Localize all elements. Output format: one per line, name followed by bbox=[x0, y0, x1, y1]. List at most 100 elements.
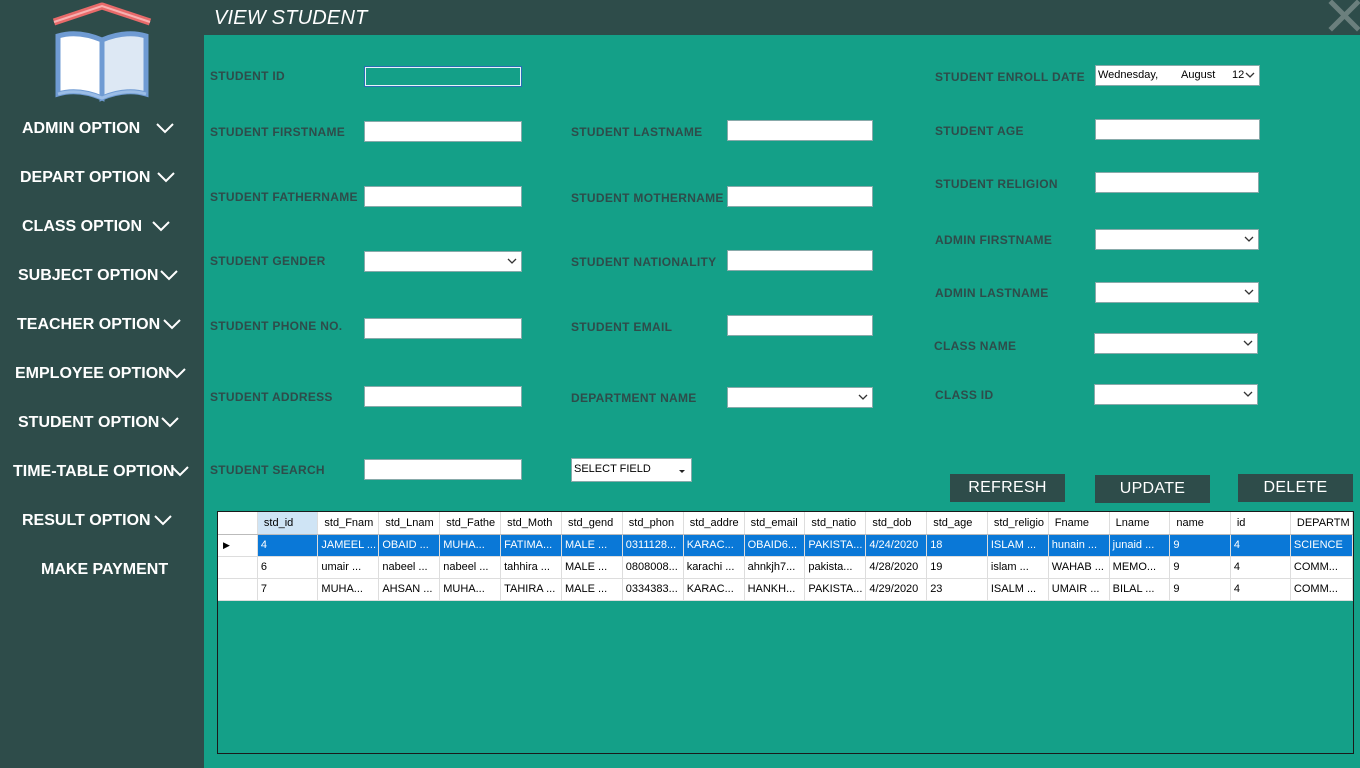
enroll-date-picker[interactable]: Wednesday, August 12 bbox=[1095, 65, 1260, 86]
nav-teacher-option[interactable]: TEACHER OPTION bbox=[0, 310, 204, 340]
column-header[interactable]: std_gend bbox=[561, 512, 623, 535]
nav-result-option[interactable]: RESULT OPTION bbox=[0, 506, 204, 536]
table-cell[interactable]: WAHAB ... bbox=[1048, 556, 1110, 579]
table-cell[interactable]: nabeel ... bbox=[439, 556, 502, 579]
class-name-select[interactable] bbox=[1094, 333, 1258, 354]
student-email-input[interactable] bbox=[727, 315, 873, 336]
table-cell[interactable]: MALE ... bbox=[561, 534, 623, 557]
table-cell[interactable]: BILAL ... bbox=[1109, 578, 1171, 601]
refresh-button[interactable]: REFRESH bbox=[950, 474, 1065, 502]
table-cell[interactable]: 4 bbox=[1230, 534, 1291, 557]
column-header[interactable]: std_Fnam bbox=[317, 512, 380, 535]
table-cell[interactable]: AHSAN ... bbox=[378, 578, 441, 601]
table-cell[interactable]: COMM... bbox=[1290, 556, 1353, 579]
column-header[interactable]: std_dob bbox=[865, 512, 928, 535]
table-cell[interactable]: UMAIR ... bbox=[1048, 578, 1110, 601]
column-header[interactable]: Fname bbox=[1048, 512, 1110, 535]
table-cell[interactable]: 6 bbox=[257, 556, 319, 579]
nav-admin-option[interactable]: ADMIN OPTION bbox=[0, 114, 204, 144]
column-header[interactable]: std_addre bbox=[683, 512, 745, 535]
student-fathername-input[interactable] bbox=[364, 186, 522, 207]
table-cell[interactable]: 0334383... bbox=[622, 578, 684, 601]
table-cell[interactable]: TAHIRA ... bbox=[500, 578, 562, 601]
column-header[interactable]: std_Lnam bbox=[378, 512, 441, 535]
delete-button[interactable]: DELETE bbox=[1238, 474, 1353, 502]
student-gender-select[interactable] bbox=[364, 251, 522, 272]
table-row[interactable]: 6 umair ... nabeel ... nabeel ... tahhira ..… bbox=[218, 556, 1353, 579]
table-cell[interactable]: PAKISTA... bbox=[804, 534, 867, 557]
table-cell[interactable]: PAKISTA... bbox=[804, 578, 867, 601]
admin-firstname-select[interactable] bbox=[1095, 229, 1259, 250]
table-cell[interactable]: COMM... bbox=[1290, 578, 1353, 601]
update-button[interactable]: UPDATE bbox=[1095, 475, 1210, 503]
class-id-select[interactable] bbox=[1094, 384, 1258, 405]
admin-lastname-select[interactable] bbox=[1095, 282, 1259, 303]
table-cell[interactable]: JAMEEL ... bbox=[317, 534, 380, 557]
nav-depart-option[interactable]: DEPART OPTION bbox=[0, 163, 204, 193]
student-search-input[interactable] bbox=[364, 459, 522, 480]
nav-class-option[interactable]: CLASS OPTION bbox=[0, 212, 204, 242]
column-header[interactable]: DEPARTM bbox=[1290, 512, 1353, 535]
column-header[interactable]: std_id bbox=[257, 512, 319, 535]
table-cell[interactable]: 4 bbox=[257, 534, 319, 557]
nav-timetable-option[interactable]: TIME-TABLE OPTION bbox=[0, 457, 204, 487]
table-cell[interactable]: 0311128... bbox=[622, 534, 684, 557]
column-header[interactable]: Lname bbox=[1109, 512, 1171, 535]
student-firstname-input[interactable] bbox=[364, 121, 522, 142]
table-cell[interactable]: ahnkjh7... bbox=[744, 556, 806, 579]
table-cell[interactable]: 19 bbox=[926, 556, 988, 579]
table-cell[interactable]: MUHA... bbox=[439, 578, 502, 601]
table-cell[interactable]: 9 bbox=[1169, 556, 1231, 579]
row-header-cell[interactable] bbox=[218, 556, 258, 579]
table-cell[interactable]: ISLAM ... bbox=[987, 534, 1049, 557]
table-cell[interactable]: 4 bbox=[1230, 578, 1291, 601]
column-header[interactable]: id bbox=[1230, 512, 1291, 535]
table-cell[interactable]: 18 bbox=[926, 534, 988, 557]
column-header[interactable]: std_phon bbox=[622, 512, 684, 535]
table-cell[interactable]: 4/29/2020 bbox=[865, 578, 928, 601]
table-cell[interactable]: MUHA... bbox=[317, 578, 380, 601]
table-cell[interactable]: KARAC... bbox=[683, 578, 745, 601]
student-address-input[interactable] bbox=[364, 386, 522, 407]
column-header[interactable]: std_Moth bbox=[500, 512, 562, 535]
column-header[interactable]: std_Fathe bbox=[439, 512, 502, 535]
table-cell[interactable]: pakista... bbox=[804, 556, 867, 579]
student-phone-input[interactable] bbox=[364, 318, 522, 339]
table-cell[interactable]: islam ... bbox=[987, 556, 1049, 579]
student-id-input[interactable] bbox=[364, 66, 522, 87]
table-cell[interactable]: MEMO... bbox=[1109, 556, 1171, 579]
table-cell[interactable]: junaid ... bbox=[1109, 534, 1171, 557]
table-cell[interactable]: OBAID6... bbox=[744, 534, 806, 557]
table-cell[interactable]: OBAID ... bbox=[378, 534, 441, 557]
table-cell[interactable]: MALE ... bbox=[561, 556, 623, 579]
nav-employee-option[interactable]: EMPLOYEE OPTION bbox=[0, 359, 204, 389]
table-cell[interactable]: 9 bbox=[1169, 578, 1231, 601]
table-cell[interactable]: karachi ... bbox=[683, 556, 745, 579]
table-cell[interactable]: ISALM ... bbox=[987, 578, 1049, 601]
nav-subject-option[interactable]: SUBJECT OPTION bbox=[0, 261, 204, 291]
student-mothername-input[interactable] bbox=[727, 186, 873, 207]
search-field-select[interactable]: SELECT FIELD bbox=[571, 458, 692, 482]
table-cell[interactable]: hunain ... bbox=[1048, 534, 1110, 557]
student-age-input[interactable] bbox=[1095, 119, 1260, 140]
student-lastname-input[interactable] bbox=[727, 120, 873, 141]
row-header-cell[interactable]: ▶ bbox=[218, 534, 258, 557]
column-header[interactable]: std_natio bbox=[804, 512, 867, 535]
student-religion-input[interactable] bbox=[1095, 172, 1259, 193]
nav-student-option[interactable]: STUDENT OPTION bbox=[0, 408, 204, 438]
table-cell[interactable]: 4/24/2020 bbox=[865, 534, 928, 557]
table-cell[interactable]: MALE ... bbox=[561, 578, 623, 601]
table-cell[interactable]: 7 bbox=[257, 578, 319, 601]
column-header[interactable]: std_age bbox=[926, 512, 988, 535]
table-cell[interactable]: umair ... bbox=[317, 556, 380, 579]
row-header-cell[interactable] bbox=[218, 578, 258, 601]
table-cell[interactable]: SCIENCE bbox=[1290, 534, 1353, 557]
table-cell[interactable]: MUHA... bbox=[439, 534, 502, 557]
table-cell[interactable]: tahhira ... bbox=[500, 556, 562, 579]
column-header[interactable]: std_email bbox=[744, 512, 806, 535]
student-nationality-input[interactable] bbox=[727, 250, 873, 271]
table-cell[interactable]: 4/28/2020 bbox=[865, 556, 928, 579]
table-cell[interactable]: 4 bbox=[1230, 556, 1291, 579]
table-cell[interactable]: 23 bbox=[926, 578, 988, 601]
table-cell[interactable]: nabeel ... bbox=[378, 556, 441, 579]
